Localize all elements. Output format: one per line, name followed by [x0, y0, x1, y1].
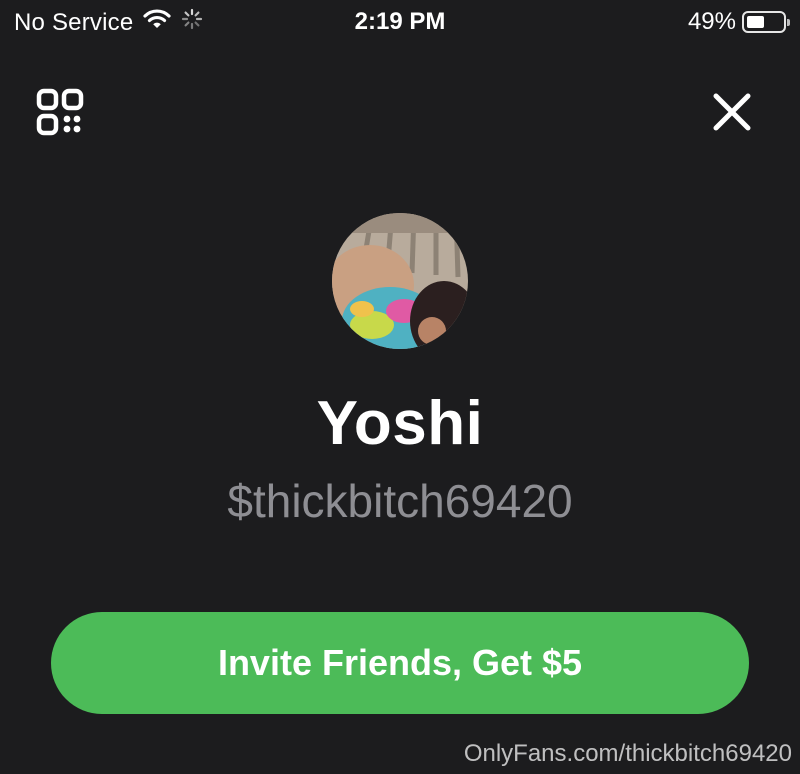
battery-icon [742, 11, 790, 33]
invite-friends-button[interactable]: Invite Friends, Get $5 [51, 612, 749, 714]
profile-cashtag: $thickbitch69420 [227, 475, 573, 527]
status-bar: No Service 2:19 PM 49% [0, 0, 800, 46]
qr-code-icon [36, 88, 84, 136]
status-time: 2:19 PM [354, 8, 446, 35]
profile-name: Yoshi [316, 389, 484, 458]
close-button[interactable] [708, 88, 756, 136]
close-icon [713, 93, 751, 131]
avatar [332, 213, 468, 349]
battery-group: 49% [687, 8, 790, 36]
battery-fill [747, 16, 764, 28]
battery-percent: 49% [687, 8, 736, 35]
invite-button-label: Invite Friends, Get $5 [217, 642, 583, 683]
watermark: OnlyFans.com/thickbitch69420 [463, 740, 792, 767]
qr-code-button[interactable] [36, 88, 84, 136]
